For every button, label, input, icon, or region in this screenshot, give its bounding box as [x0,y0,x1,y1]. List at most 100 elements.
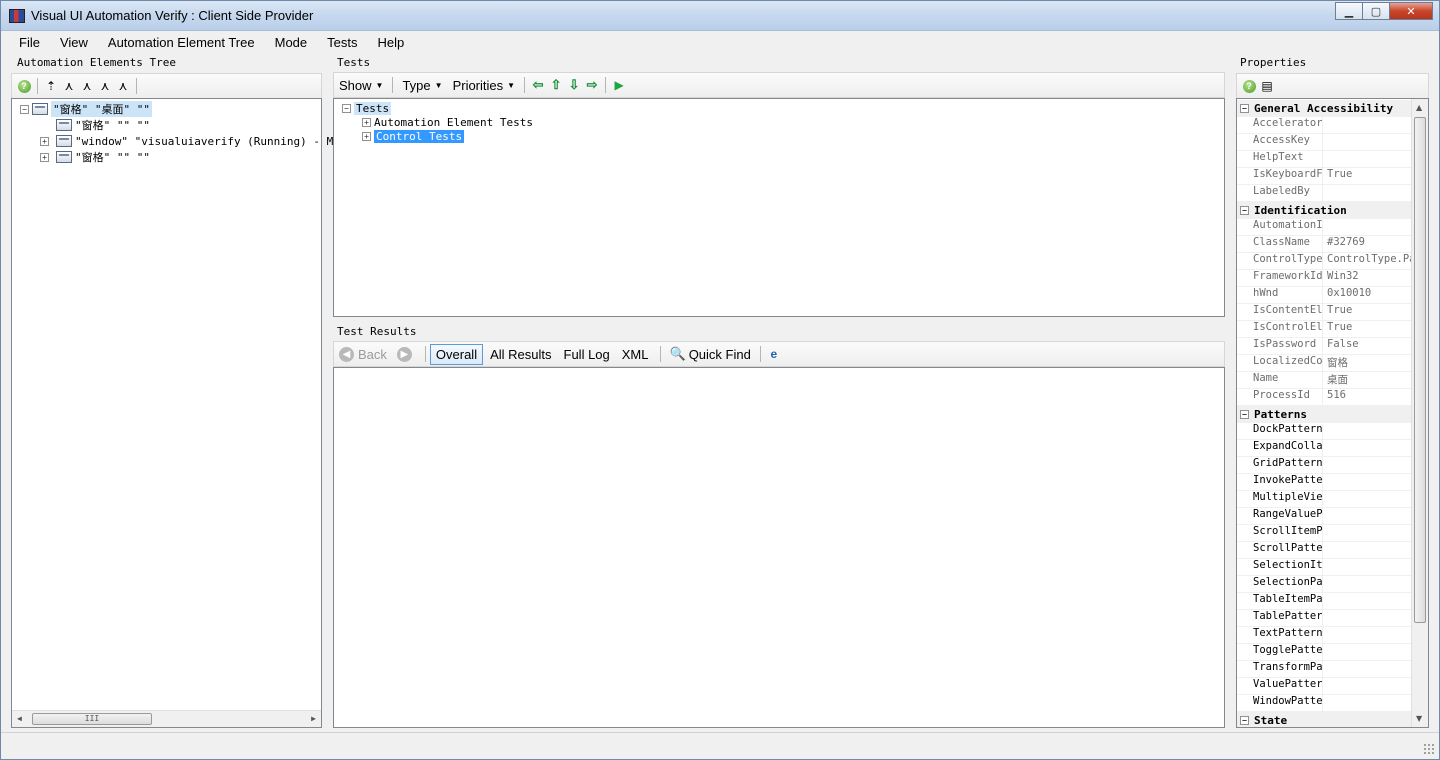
property-row[interactable]: ProcessId 516 [1237,389,1412,406]
menu-help[interactable]: Help [367,31,414,55]
property-row[interactable]: TogglePattern [1237,644,1412,661]
resize-grip-icon[interactable] [1423,743,1435,755]
open-in-browser-icon[interactable]: e [765,345,783,363]
properties-vscrollbar[interactable]: ▲ ▼ [1411,99,1428,727]
property-row[interactable]: ExpandCollapsePattern [1237,440,1412,457]
scroll-right-icon[interactable]: ▶ [311,714,316,723]
property-row[interactable]: LocalizedControlType窗格 [1237,355,1412,372]
type-dropdown[interactable]: Type ▼ [397,76,447,95]
menu-mode[interactable]: Mode [265,31,318,55]
property-row[interactable]: ControlTypeControlType.Pane [1237,253,1412,270]
back-button[interactable]: ◀ Back [334,345,392,364]
arrow-up-icon[interactable]: ⇧ [547,76,565,94]
property-row[interactable]: IsContentElementTrue [1237,304,1412,321]
scroll-left-icon[interactable]: ◀ [17,714,22,723]
xml-tab[interactable]: XML [617,345,654,364]
property-pages-icon[interactable]: ▤ [1258,77,1276,95]
scroll-down-icon[interactable]: ▼ [1416,714,1422,723]
property-row[interactable]: GridPattern [1237,457,1412,474]
close-button[interactable]: ✕ [1389,2,1433,20]
property-row[interactable]: SelectionPattern [1237,576,1412,593]
property-row[interactable]: WindowPattern [1237,695,1412,712]
scroll-up-icon[interactable]: ▲ [1416,103,1422,112]
menu-view[interactable]: View [50,31,98,55]
full-log-tab[interactable]: Full Log [559,345,615,364]
property-category-general-accessibility[interactable]: − General Accessibility [1237,100,1412,117]
collapse-toggle[interactable]: − [1240,716,1249,725]
property-row[interactable]: IsPassword False [1237,338,1412,355]
tree-node-window[interactable]: + "window" "visualuiaverify (Running) - … [40,133,347,149]
property-row[interactable]: SelectionItemPattern [1237,559,1412,576]
go-parent-button[interactable]: ⇡ [42,77,60,95]
type-label: Type [402,77,431,93]
all-results-tab[interactable]: All Results [485,345,556,364]
property-row[interactable]: LabeledBy [1237,185,1412,202]
go-previous-sibling-button[interactable]: ⋏ [96,77,114,95]
property-category-identification[interactable]: − Identification [1237,202,1412,219]
automation-tree[interactable]: − "窗格" "桌面" "" "窗格" "" "" + "window" "vi… [11,98,347,728]
quick-find-button[interactable]: 🔍 Quick Find [665,344,756,364]
collapse-toggle[interactable]: − [20,104,29,114]
menu-file[interactable]: File [9,31,50,55]
property-row[interactable]: Name 桌面 [1237,372,1412,389]
run-tests-icon[interactable]: ▶ [610,76,628,94]
go-first-child-button[interactable]: ⋏ [60,77,78,95]
go-last-child-button[interactable]: ⋏ [114,77,132,95]
property-row[interactable]: InvokePattern [1237,474,1412,491]
property-row[interactable]: ClassName #32769 [1237,236,1412,253]
expand-toggle[interactable]: + [362,117,371,127]
property-row[interactable]: AutomationId [1237,219,1412,236]
test-results-view[interactable] [333,367,1225,728]
priorities-dropdown[interactable]: Priorities ▼ [448,76,521,95]
show-dropdown[interactable]: Show ▼ [334,76,388,95]
automation-tree-hscrollbar[interactable]: ◀ III ▶ [12,710,321,727]
property-category-state[interactable]: − State [1237,712,1412,727]
forward-button[interactable]: ▶ [392,345,421,364]
tree-node-desktop[interactable]: − "窗格" "桌面" "" [20,101,152,117]
property-row[interactable]: TransformPattern [1237,661,1412,678]
expand-toggle[interactable]: + [40,152,49,162]
tests-tree[interactable]: − Tests + Automation Element Tests + Con… [333,98,1225,317]
property-row[interactable]: TableItemPattern [1237,593,1412,610]
refresh-help-button[interactable]: ? [15,77,33,95]
arrow-right-icon[interactable]: ⇨ [583,76,601,94]
property-row[interactable]: FrameworkId Win32 [1237,270,1412,287]
property-row[interactable]: RangeValuePattern [1237,508,1412,525]
expand-toggle[interactable]: + [40,136,49,146]
property-row[interactable]: AcceleratorKey [1237,117,1412,134]
property-row[interactable]: DockPattern [1237,423,1412,440]
title-bar[interactable]: Visual UI Automation Verify : Client Sid… [1,1,1439,31]
property-row[interactable]: ValuePattern [1237,678,1412,695]
property-row[interactable]: TablePattern [1237,610,1412,627]
scroll-thumb[interactable] [1414,117,1426,623]
tree-node-pane[interactable]: "窗格" "" "" [56,117,150,133]
property-row[interactable]: AccessKey [1237,134,1412,151]
property-row[interactable]: ScrollItemPattern [1237,525,1412,542]
collapse-toggle[interactable]: − [342,103,351,113]
menu-tests[interactable]: Tests [317,31,367,55]
property-row[interactable]: HelpText [1237,151,1412,168]
minimize-button[interactable]: ▁ [1335,2,1362,20]
go-next-sibling-button[interactable]: ⋏ [78,77,96,95]
scroll-thumb[interactable]: III [32,713,152,725]
maximize-button[interactable]: ▢ [1362,2,1389,20]
arrow-left-icon[interactable]: ⇦ [529,76,547,94]
collapse-toggle[interactable]: − [1240,206,1249,215]
menu-automation-element-tree[interactable]: Automation Element Tree [98,31,265,55]
property-row[interactable]: MultipleViewPattern [1237,491,1412,508]
property-row[interactable]: TextPattern [1237,627,1412,644]
collapse-toggle[interactable]: − [1240,410,1249,419]
property-category-patterns[interactable]: − Patterns [1237,406,1412,423]
property-row[interactable]: IsControlElementTrue [1237,321,1412,338]
property-row[interactable]: ScrollPattern [1237,542,1412,559]
overall-tab[interactable]: Overall [429,343,484,365]
properties-grid[interactable]: −General AccessibilityAcceleratorKeyAcce… [1236,98,1429,728]
arrow-down-icon[interactable]: ⇩ [565,76,583,94]
tree-node-pane-2[interactable]: + "窗格" "" "" [40,149,150,165]
expand-toggle[interactable]: + [362,131,371,141]
property-row[interactable]: hWnd 0x10010 [1237,287,1412,304]
tests-node-control-tests[interactable]: + Control Tests [362,128,465,144]
property-row[interactable]: IsKeyboardFocusableTrue [1237,168,1412,185]
properties-help-button[interactable]: ? [1240,77,1258,95]
collapse-toggle[interactable]: − [1240,104,1249,113]
